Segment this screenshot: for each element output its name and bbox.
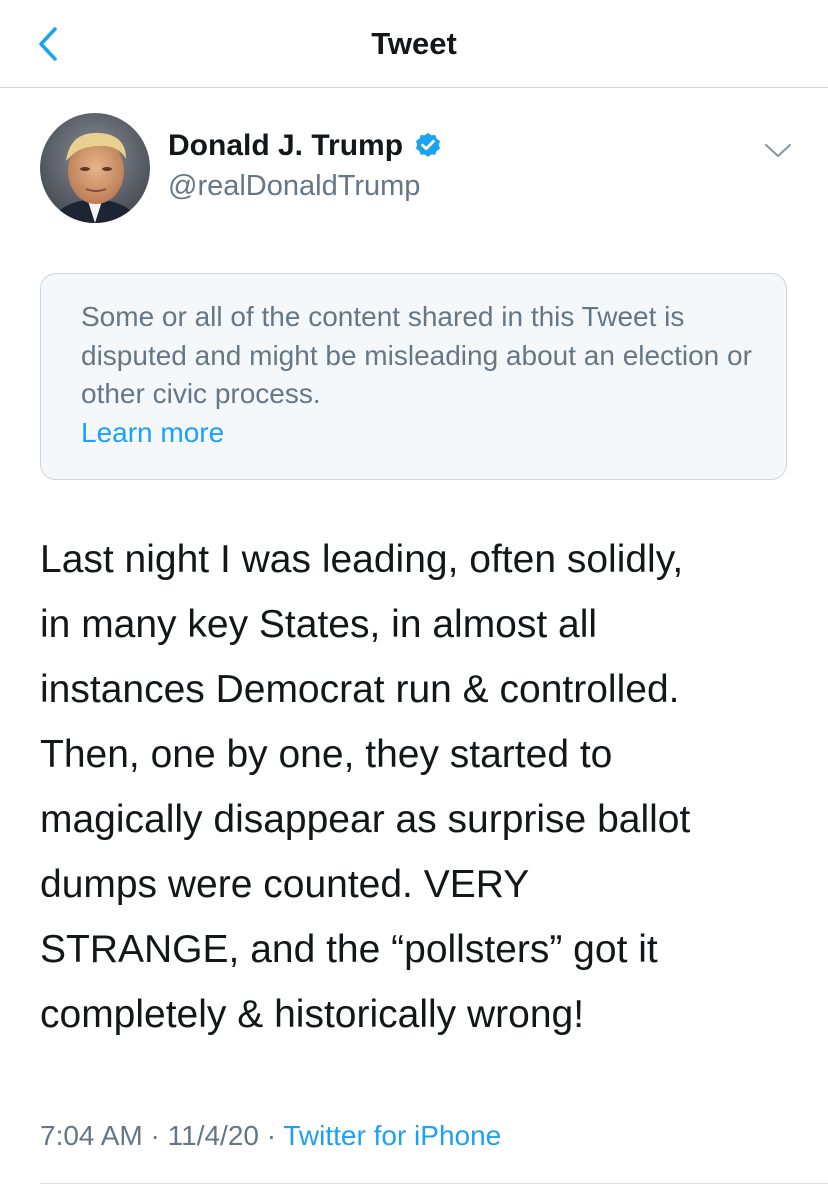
tweet-options-button[interactable] bbox=[758, 134, 798, 168]
tweet-time: 7:04 AM bbox=[40, 1120, 143, 1151]
tweet-metadata: 7:04 AM · 11/4/20 · Twitter for iPhone bbox=[40, 1116, 501, 1156]
meta-separator: · bbox=[266, 1120, 277, 1151]
avatar[interactable] bbox=[40, 113, 150, 223]
tweet-text: Last night I was leading, often solidly,… bbox=[40, 538, 691, 1036]
author-handle[interactable]: @realDonaldTrump bbox=[168, 168, 420, 204]
author-name-row[interactable]: Donald J. Trump bbox=[168, 128, 443, 164]
page-title: Tweet bbox=[371, 26, 457, 61]
learn-more-link[interactable]: Learn more bbox=[81, 414, 756, 453]
notice-text: Some or all of the content shared in thi… bbox=[81, 301, 752, 409]
verified-badge-icon bbox=[413, 131, 443, 161]
tweet-source-link[interactable]: Twitter for iPhone bbox=[283, 1120, 501, 1151]
chevron-down-icon bbox=[764, 143, 792, 158]
divider bbox=[40, 1183, 828, 1184]
navigation-bar: Tweet bbox=[0, 0, 828, 88]
disputed-content-notice: Some or all of the content shared in thi… bbox=[40, 273, 787, 480]
author-display-name: Donald J. Trump bbox=[168, 129, 404, 162]
tweet-date: 11/4/20 bbox=[167, 1120, 259, 1151]
meta-separator: · bbox=[150, 1120, 160, 1151]
